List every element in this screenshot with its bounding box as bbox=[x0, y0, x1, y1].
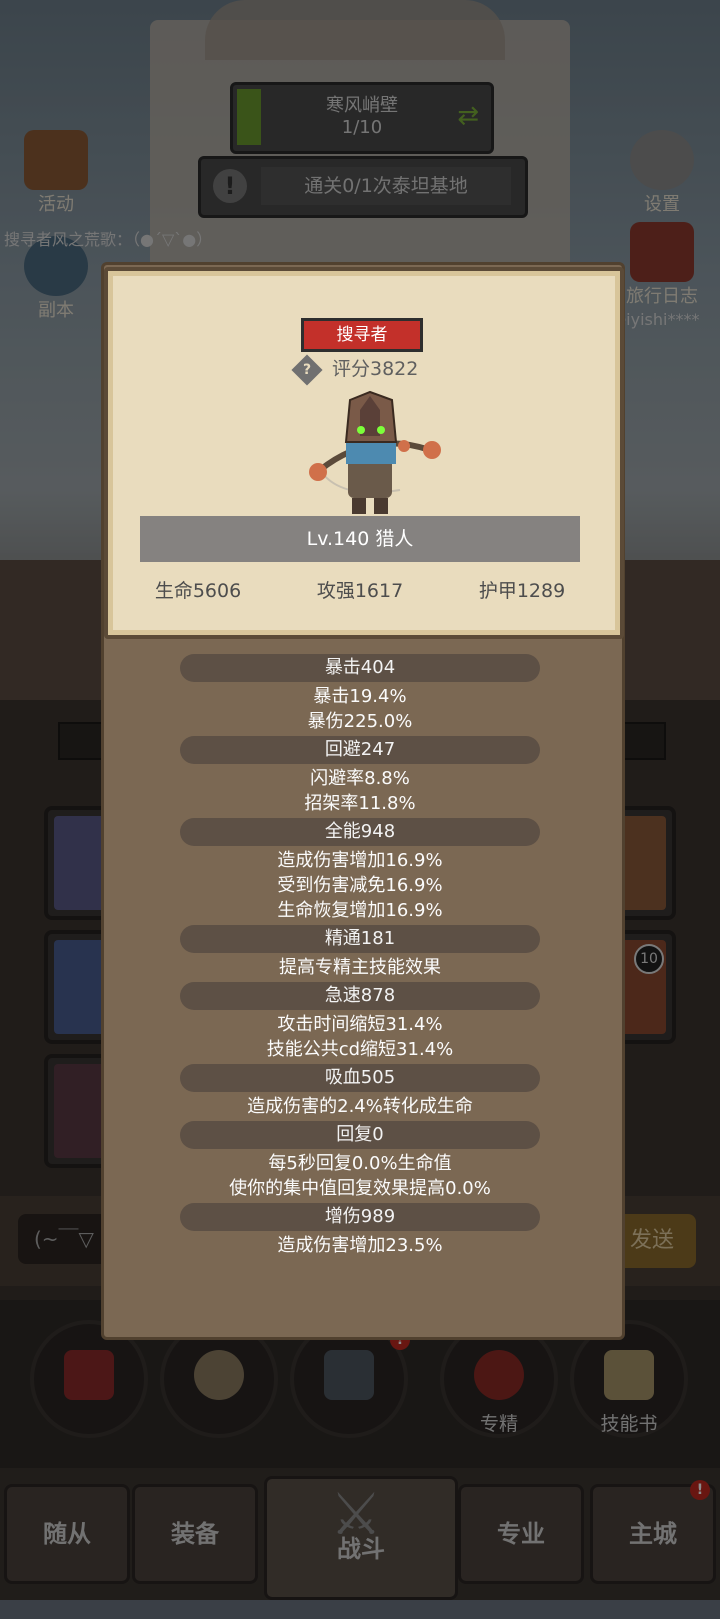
level-bar: Lv.140 猎人 bbox=[140, 516, 580, 562]
score-value: 评分3822 bbox=[332, 358, 419, 380]
armor-stat: 护甲1289 bbox=[478, 580, 566, 602]
stat-header-versatility: 全能948 bbox=[180, 818, 540, 846]
question-icon[interactable]: ? bbox=[291, 353, 323, 386]
stat-header-haste: 急速878 bbox=[180, 982, 540, 1010]
stat-header-damage-increase: 增伤989 bbox=[180, 1203, 540, 1231]
stat-detail: 造成伤害增加16.9% bbox=[277, 850, 443, 871]
base-stats-row: 生命5606 攻强1617 护甲1289 bbox=[118, 576, 602, 606]
score-row: ? 评分3822 bbox=[291, 353, 419, 386]
stat-detail: 招架率11.8% bbox=[304, 793, 416, 814]
stat-detail: 闪避率8.8% bbox=[310, 768, 410, 789]
stat-detail: 每5秒回复0.0%生命值 bbox=[268, 1153, 452, 1174]
stat-header-mastery: 精通181 bbox=[180, 925, 540, 953]
hp-stat: 生命5606 bbox=[154, 580, 242, 602]
stat-header-avoidance: 回避247 bbox=[180, 736, 540, 764]
stat-detail: 技能公共cd缩短31.4% bbox=[266, 1039, 454, 1060]
stat-detail: 使你的集中值回复效果提高0.0% bbox=[229, 1178, 491, 1199]
stat-detail: 造成伤害的2.4%转化成生命 bbox=[247, 1096, 473, 1117]
stat-header-leech: 吸血505 bbox=[180, 1064, 540, 1092]
stat-header-crit: 暴击404 bbox=[180, 654, 540, 682]
secondary-stats-list: 暴击404 暴击19.4% 暴伤225.0% 回避247 闪避率8.8% 招架率… bbox=[180, 652, 540, 1258]
class-badge: 搜寻者 bbox=[301, 318, 423, 352]
stat-detail: 攻击时间缩短31.4% bbox=[277, 1014, 443, 1035]
attack-stat: 攻强1617 bbox=[316, 580, 404, 602]
stat-detail: 暴击19.4% bbox=[313, 686, 407, 707]
stat-detail: 提高专精主技能效果 bbox=[279, 957, 441, 978]
stat-detail: 生命恢复增加16.9% bbox=[277, 900, 443, 921]
hunter-character-portrait bbox=[309, 390, 441, 514]
stat-detail: 受到伤害减免16.9% bbox=[277, 875, 443, 896]
stat-detail: 暴伤225.0% bbox=[307, 711, 413, 732]
stat-header-regen: 回复0 bbox=[180, 1121, 540, 1149]
stat-detail: 造成伤害增加23.5% bbox=[277, 1235, 443, 1256]
